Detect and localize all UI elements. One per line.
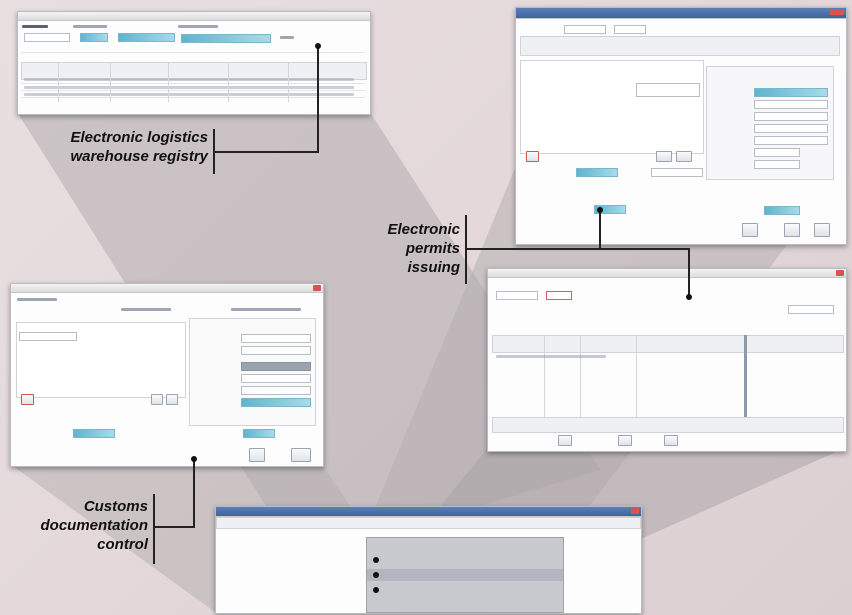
register-date-field[interactable] bbox=[788, 305, 834, 314]
window-titlebar bbox=[18, 12, 370, 21]
remove-row-button[interactable] bbox=[676, 151, 692, 162]
menu-item[interactable] bbox=[367, 569, 563, 581]
search-button[interactable] bbox=[618, 435, 632, 446]
radio-dot-icon bbox=[373, 587, 379, 593]
logistics-connector-v bbox=[317, 46, 319, 153]
permit-field-2[interactable] bbox=[754, 100, 828, 109]
window-titlebar bbox=[216, 507, 641, 517]
logistics-anchor-dot bbox=[315, 43, 321, 49]
menu-item[interactable] bbox=[367, 584, 563, 596]
menu-item[interactable] bbox=[367, 554, 563, 566]
callout-logistics-line-2: warehouse registry bbox=[70, 148, 208, 165]
delete-button[interactable] bbox=[21, 394, 34, 405]
register-number-field[interactable] bbox=[496, 291, 538, 300]
customs-connector-h bbox=[153, 526, 195, 528]
permits-anchor-dot-1 bbox=[597, 207, 603, 213]
callout-logistics: Electronic logistics warehouse registry bbox=[30, 128, 208, 166]
customs-field-3[interactable] bbox=[241, 362, 311, 371]
callout-customs-line-2: documentation bbox=[40, 517, 149, 534]
permit-date-field[interactable] bbox=[614, 25, 646, 34]
window-titlebar bbox=[11, 284, 323, 293]
callout-permits-line-2: permits bbox=[405, 240, 460, 257]
permit-total-field[interactable] bbox=[764, 206, 800, 215]
permits-anchor-dot-2 bbox=[686, 294, 692, 300]
permits-connector-v1 bbox=[599, 212, 601, 249]
permit-goods-field[interactable] bbox=[636, 83, 700, 97]
filter-button[interactable] bbox=[558, 435, 572, 446]
close-icon[interactable] bbox=[830, 9, 844, 15]
permit-field-6[interactable] bbox=[754, 148, 800, 157]
window-titlebar bbox=[488, 269, 846, 278]
print-icon[interactable] bbox=[249, 448, 265, 462]
register-code-field[interactable] bbox=[546, 291, 572, 300]
logistics-bracket bbox=[213, 129, 215, 174]
close-icon[interactable] bbox=[836, 270, 844, 276]
window-customs-control bbox=[10, 283, 324, 467]
column-splitter[interactable] bbox=[744, 335, 747, 419]
callout-permits: Electronic permits issuing bbox=[350, 220, 460, 277]
permit-note-field[interactable] bbox=[651, 168, 703, 177]
permit-field-4[interactable] bbox=[754, 124, 828, 133]
print-icon[interactable] bbox=[742, 223, 758, 237]
permit-subject-panel bbox=[520, 60, 704, 154]
close-icon[interactable] bbox=[313, 285, 321, 291]
permit-tabs[interactable] bbox=[520, 36, 840, 56]
table-row[interactable] bbox=[24, 78, 354, 81]
dropdown-menu bbox=[366, 537, 564, 613]
add-row-button[interactable] bbox=[656, 151, 672, 162]
customs-search-field[interactable] bbox=[19, 332, 77, 341]
callout-customs: Customs documentation control bbox=[30, 497, 149, 554]
cancel-button[interactable] bbox=[814, 223, 830, 237]
registry-filter-field[interactable] bbox=[181, 34, 271, 43]
permit-field-3[interactable] bbox=[754, 112, 828, 121]
customs-field-1[interactable] bbox=[241, 334, 311, 343]
customs-total-field[interactable] bbox=[243, 429, 275, 438]
customs-connector-v bbox=[193, 460, 195, 528]
table-row[interactable] bbox=[496, 355, 606, 358]
callout-permits-line-3: issuing bbox=[407, 259, 460, 276]
main-menubar[interactable] bbox=[216, 517, 641, 529]
logistics-connector-h bbox=[215, 151, 319, 153]
radio-dot-icon bbox=[373, 572, 379, 578]
permit-number-field[interactable] bbox=[564, 25, 606, 34]
register-footer bbox=[492, 417, 844, 433]
permit-type-field[interactable] bbox=[754, 88, 828, 97]
permits-connector-h bbox=[465, 248, 689, 250]
window-permits-form bbox=[515, 7, 847, 245]
prev-button[interactable] bbox=[151, 394, 163, 405]
customs-field-5[interactable] bbox=[241, 386, 311, 395]
window-main-menu bbox=[215, 506, 642, 614]
next-button[interactable] bbox=[166, 394, 178, 405]
radio-dot-icon bbox=[373, 557, 379, 563]
table-row[interactable] bbox=[24, 86, 354, 89]
permit-status-field[interactable] bbox=[576, 168, 618, 177]
callout-customs-line-3: control bbox=[97, 536, 148, 553]
customs-anchor-dot bbox=[191, 456, 197, 462]
callout-customs-line-1: Customs bbox=[83, 498, 148, 515]
export-icon[interactable] bbox=[291, 448, 311, 462]
window-titlebar bbox=[516, 8, 846, 19]
customs-field-2[interactable] bbox=[241, 346, 311, 355]
permits-connector-v2 bbox=[688, 248, 690, 298]
customs-bracket bbox=[153, 494, 155, 564]
customs-field-4[interactable] bbox=[241, 374, 311, 383]
callout-permits-line-1: Electronic bbox=[387, 221, 460, 238]
table-row[interactable] bbox=[24, 93, 354, 96]
window-permits-register bbox=[487, 268, 847, 452]
refresh-button[interactable] bbox=[664, 435, 678, 446]
registry-warehouse-field[interactable] bbox=[118, 33, 175, 42]
permit-field-7[interactable] bbox=[754, 160, 800, 169]
callout-logistics-line-1: Electronic logistics bbox=[70, 129, 208, 146]
delete-button[interactable] bbox=[526, 151, 539, 162]
customs-field-6[interactable] bbox=[241, 398, 311, 407]
customs-status-field[interactable] bbox=[73, 429, 115, 438]
permit-field-5[interactable] bbox=[754, 136, 828, 145]
registry-number-field[interactable] bbox=[24, 33, 70, 42]
save-icon[interactable] bbox=[784, 223, 800, 237]
registry-date-field[interactable] bbox=[80, 33, 108, 42]
close-icon[interactable] bbox=[631, 508, 639, 514]
